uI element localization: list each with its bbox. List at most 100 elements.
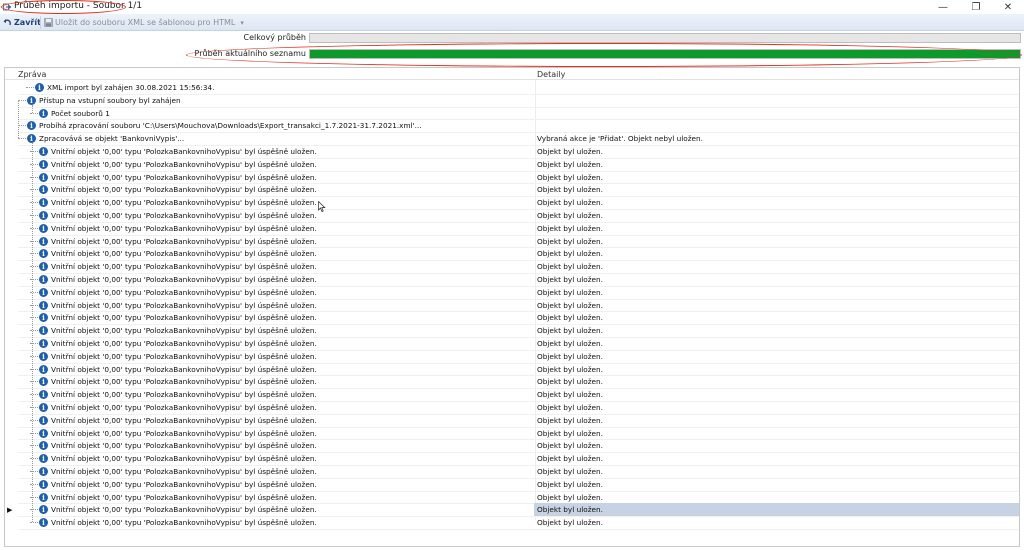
tree-connector [32, 143, 33, 523]
info-icon: i [27, 134, 36, 144]
table-row[interactable]: i Vnitřní objekt '0,00' typu 'PolozkaBank… [5, 183, 1019, 196]
row-message: Vnitřní objekt '0,00' typu 'PolozkaBanko… [51, 428, 317, 438]
info-icon: i [39, 159, 48, 169]
row-detail: Objekt byl uložen. [537, 441, 603, 451]
column-header-detail[interactable]: Detaily [537, 70, 565, 79]
table-row[interactable]: i Vnitřní objekt '0,00' typu 'PolozkaBank… [5, 516, 1019, 529]
row-detail: Objekt byl uložen. [537, 428, 603, 438]
current-row-marker-icon: ▶ [7, 506, 13, 515]
info-icon: i [39, 467, 48, 476]
table-row[interactable]: i Vnitřní objekt '0,00' typu 'PolozkaBank… [5, 311, 1019, 324]
row-detail: Vybraná akce je 'Přidat'. Objekt nebyl u… [537, 134, 703, 144]
info-icon: i [39, 211, 48, 220]
row-message: Počet souborů 1 [51, 108, 110, 118]
table-row[interactable]: i Vnitřní objekt '0,00' typu 'PolozkaBank… [5, 286, 1019, 299]
table-row[interactable]: i Zpracovává se objekt 'BankovniVypis'...… [5, 132, 1019, 145]
info-icon: i [39, 262, 48, 272]
column-header-message[interactable]: Zpráva [18, 70, 46, 79]
table-row[interactable]: i Vnitřní objekt '0,00' typu 'PolozkaBank… [5, 388, 1019, 401]
table-row[interactable]: i Vnitřní objekt '0,00' typu 'PolozkaBank… [5, 222, 1019, 235]
table-row[interactable]: i Vnitřní objekt '0,00' typu 'PolozkaBank… [5, 209, 1019, 222]
info-icon: i [39, 172, 48, 182]
table-row[interactable]: i Vnitřní objekt '0,00' typu 'PolozkaBank… [5, 491, 1019, 504]
row-detail: Objekt byl uložen. [537, 211, 603, 220]
table-row[interactable]: i Vnitřní objekt '0,00' typu 'PolozkaBank… [5, 171, 1019, 184]
table-row[interactable]: i Vnitřní objekt '0,00' typu 'PolozkaBank… [5, 337, 1019, 350]
info-icon: i [39, 390, 48, 400]
info-icon: i [39, 287, 48, 297]
table-row[interactable]: i Vnitřní objekt '0,00' typu 'PolozkaBank… [5, 145, 1019, 158]
message-grid[interactable]: Zpráva Detaily i XML import byl zahájen 3… [4, 67, 1020, 547]
tree-connector [18, 125, 26, 127]
tree-connector [18, 138, 26, 140]
row-message: Zpracovává se objekt 'BankovniVypis'... [39, 134, 185, 144]
row-detail: Objekt byl uložen. [537, 223, 603, 233]
grid-header: Zpráva Detaily [5, 68, 1019, 80]
table-row[interactable]: i Vnitřní objekt '0,00' typu 'PolozkaBank… [5, 247, 1019, 260]
overall-progress-bar [309, 33, 1021, 43]
info-icon: i [39, 313, 48, 323]
row-message: Vnitřní objekt '0,00' typu 'PolozkaBanko… [51, 377, 317, 387]
table-row[interactable]: i Počet souborů 1 [5, 107, 1019, 120]
table-row[interactable]: i Vnitřní objekt '0,00' typu 'PolozkaBank… [5, 273, 1019, 286]
table-row[interactable]: i Vnitřní objekt '0,00' typu 'PolozkaBank… [5, 375, 1019, 388]
table-row[interactable]: i Vnitřní objekt '0,00' typu 'PolozkaBank… [5, 299, 1019, 312]
toolbar: Zavřít Uložit do souboru XML se šablonou… [0, 14, 1024, 31]
info-icon: i [35, 83, 44, 92]
undo-arrow-icon [3, 19, 11, 26]
row-detail: Objekt byl uložen. [537, 518, 603, 528]
table-row[interactable]: i Vnitřní objekt '0,00' typu 'PolozkaBank… [5, 414, 1019, 427]
table-row[interactable]: i Vnitřní objekt '0,00' typu 'PolozkaBank… [5, 478, 1019, 491]
info-icon: i [39, 415, 48, 425]
table-row[interactable]: i Vnitřní objekt '0,00' typu 'PolozkaBank… [5, 452, 1019, 465]
row-message: Vnitřní objekt '0,00' typu 'PolozkaBanko… [51, 415, 317, 425]
info-icon: i [39, 377, 48, 387]
table-row[interactable]: i Vnitřní objekt '0,00' typu 'PolozkaBank… [5, 427, 1019, 440]
row-divider [18, 529, 1019, 530]
tree-connector [32, 104, 33, 113]
row-message: Probíhá zpracování souboru 'C:\Users\Mou… [39, 121, 422, 131]
table-row[interactable]: i Vnitřní objekt '0,00' typu 'PolozkaBank… [5, 401, 1019, 414]
table-row[interactable]: i Vnitřní objekt '0,00' typu 'PolozkaBank… [5, 324, 1019, 337]
save-xml-button[interactable]: Uložit do souboru XML se šablonou pro HT… [40, 16, 244, 29]
row-detail: Objekt byl uložen. [537, 275, 603, 284]
row-detail: Objekt byl uložen. [537, 185, 603, 195]
row-message: Vnitřní objekt '0,00' typu 'PolozkaBanko… [51, 198, 317, 208]
table-row[interactable]: i Vnitřní objekt '0,00' typu 'PolozkaBank… [5, 363, 1019, 376]
row-message: Vnitřní objekt '0,00' typu 'PolozkaBanko… [51, 390, 317, 400]
row-detail: Objekt byl uložen. [537, 313, 603, 323]
minimize-button[interactable]: — [928, 0, 958, 14]
table-row[interactable]: i Vnitřní objekt '0,00' typu 'PolozkaBank… [5, 350, 1019, 363]
tree-connector [26, 87, 34, 88]
table-row[interactable]: ▶ i Vnitřní objekt '0,00' typu 'PolozkaBan… [5, 503, 1019, 517]
close-window-button[interactable]: ✕ [993, 0, 1023, 14]
table-row[interactable]: i XML import byl zahájen 30.08.2021 15:56… [5, 81, 1019, 94]
row-message: Vnitřní objekt '0,00' typu 'PolozkaBanko… [51, 492, 317, 502]
row-message: Vnitřní objekt '0,00' typu 'PolozkaBanko… [51, 403, 317, 412]
info-icon: i [39, 198, 48, 208]
row-message: Přístup na vstupní soubory byl zahájen [39, 95, 181, 105]
table-row[interactable]: i Vnitřní objekt '0,00' typu 'PolozkaBank… [5, 158, 1019, 171]
info-icon: i [39, 339, 48, 348]
table-row[interactable]: i Vnitřní objekt '0,00' typu 'PolozkaBank… [5, 439, 1019, 452]
row-detail: Objekt byl uložen. [537, 351, 603, 361]
row-detail: Objekt byl uložen. [537, 467, 603, 476]
table-row[interactable]: i Vnitřní objekt '0,00' typu 'PolozkaBank… [5, 260, 1019, 273]
info-icon: i [27, 95, 36, 105]
table-row[interactable]: i Přístup na vstupní soubory byl zahájen [5, 94, 1019, 107]
row-detail: Objekt byl uložen. [537, 326, 603, 336]
row-message: XML import byl zahájen 30.08.2021 15:56:… [47, 83, 215, 92]
close-button[interactable]: Zavřít [3, 16, 41, 29]
table-row[interactable]: i Vnitřní objekt '0,00' typu 'PolozkaBank… [5, 465, 1019, 478]
info-icon: i [39, 108, 48, 118]
close-button-label: Zavřít [14, 18, 41, 27]
maximize-button[interactable]: ❐ [961, 0, 991, 14]
table-row[interactable]: i Vnitřní objekt '0,00' typu 'PolozkaBank… [5, 196, 1019, 209]
row-message: Vnitřní objekt '0,00' typu 'PolozkaBanko… [51, 326, 317, 336]
table-row[interactable]: i Vnitřní objekt '0,00' typu 'PolozkaBank… [5, 235, 1019, 248]
dropdown-arrow-icon[interactable]: ▾ [240, 19, 244, 27]
row-message: Vnitřní objekt '0,00' typu 'PolozkaBanko… [51, 479, 317, 489]
title-bar: Průběh importu - Soubor 1/1 — ❐ ✕ [0, 0, 1024, 14]
table-row[interactable]: i Probíhá zpracování souboru 'C:\Users\Mo… [5, 119, 1019, 132]
info-icon: i [39, 249, 48, 259]
